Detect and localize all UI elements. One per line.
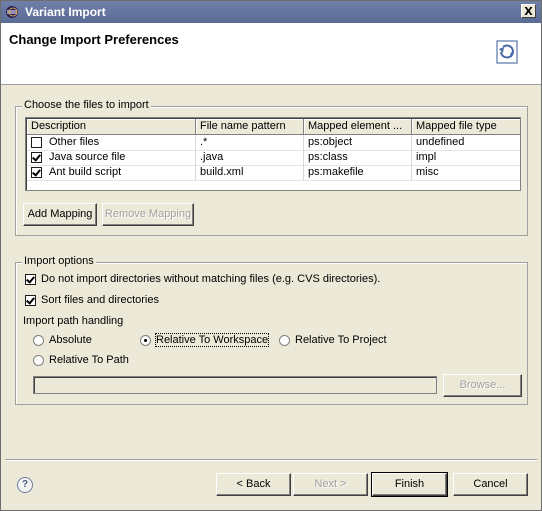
cell-pattern: .java [196,150,304,165]
title-bar: Variant Import X [1,1,541,23]
mapping-table[interactable]: Description File name pattern Mapped ele… [25,117,521,191]
cancel-button[interactable]: Cancel [453,473,528,496]
cell-pattern: build.xml [196,165,304,180]
radio-relative-project-label[interactable]: Relative To Project [295,334,387,346]
back-button[interactable]: < Back [216,473,291,496]
no-empty-dirs-label[interactable]: Do not import directories without matchi… [41,273,380,285]
radio-relative-workspace-label[interactable]: Relative To Workspace [154,333,270,347]
cell-description: Java source file [27,150,196,165]
window-title: Variant Import [25,5,106,19]
eclipse-icon [6,6,18,18]
cell-element: ps:class [304,150,412,165]
cell-type: undefined [412,135,520,150]
sort-files-checkbox[interactable] [25,295,36,306]
radio-relative-path-label[interactable]: Relative To Path [49,354,129,366]
table-row[interactable]: Java source file .java ps:class impl [27,150,520,165]
no-empty-dirs-checkbox[interactable] [25,274,36,285]
radio-relative-workspace[interactable] [140,335,151,346]
cell-pattern: .* [196,135,304,150]
finish-button[interactable]: Finish [371,472,448,497]
browse-button[interactable]: Browse... [443,374,522,397]
column-header-pattern[interactable]: File name pattern [196,119,304,135]
column-header-type[interactable]: Mapped file type [412,119,520,135]
wizard-banner: Change Import Preferences [1,23,541,85]
column-header-description[interactable]: Description [27,119,196,135]
radio-absolute[interactable] [33,335,44,346]
path-handling-label: Import path handling [23,315,124,327]
import-wizard-icon [496,40,518,64]
import-options-group: Import options Do not import directories… [15,255,528,405]
help-icon[interactable]: ? [17,477,33,493]
cell-type: misc [412,165,520,180]
table-row[interactable]: Other files .* ps:object undefined [27,135,520,150]
column-header-element[interactable]: Mapped element ... [304,119,412,135]
files-group-label: Choose the files to import [22,99,151,111]
remove-mapping-button[interactable]: Remove Mapping [102,203,194,226]
cell-type: impl [412,150,520,165]
radio-relative-path[interactable] [33,355,44,366]
cell-description: Ant build script [27,165,196,180]
next-button[interactable]: Next > [293,473,368,496]
radio-absolute-label[interactable]: Absolute [49,334,92,346]
cell-element: ps:object [304,135,412,150]
table-header: Description File name pattern Mapped ele… [27,119,520,135]
files-group: Choose the files to import Description F… [15,99,528,236]
path-input[interactable] [33,376,437,394]
import-options-label: Import options [22,255,96,267]
add-mapping-button[interactable]: Add Mapping [23,203,97,226]
table-row[interactable]: Ant build script build.xml ps:makefile m… [27,165,520,180]
cell-element: ps:makefile [304,165,412,180]
variant-import-dialog: Variant Import X Change Import Preferenc… [0,0,542,511]
close-button[interactable]: X [521,4,536,18]
radio-relative-project[interactable] [279,335,290,346]
cell-description: Other files [27,135,196,150]
footer-divider [5,459,537,461]
page-title: Change Import Preferences [9,32,179,47]
sort-files-label[interactable]: Sort files and directories [41,294,159,306]
